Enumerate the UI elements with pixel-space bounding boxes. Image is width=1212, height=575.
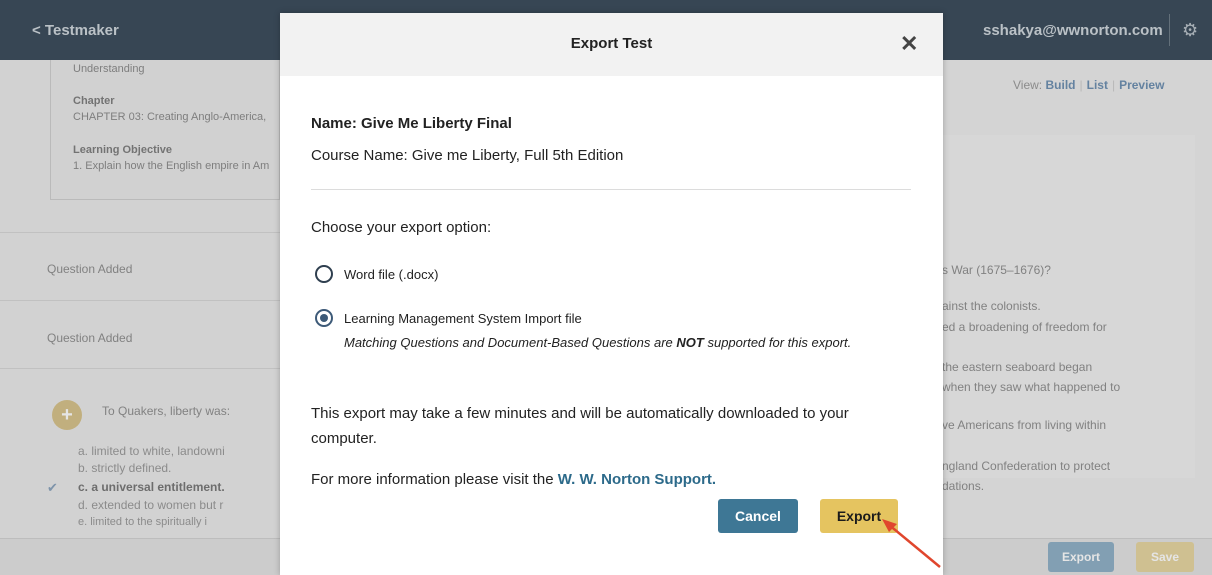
annotation-arrow-icon [882, 519, 941, 568]
